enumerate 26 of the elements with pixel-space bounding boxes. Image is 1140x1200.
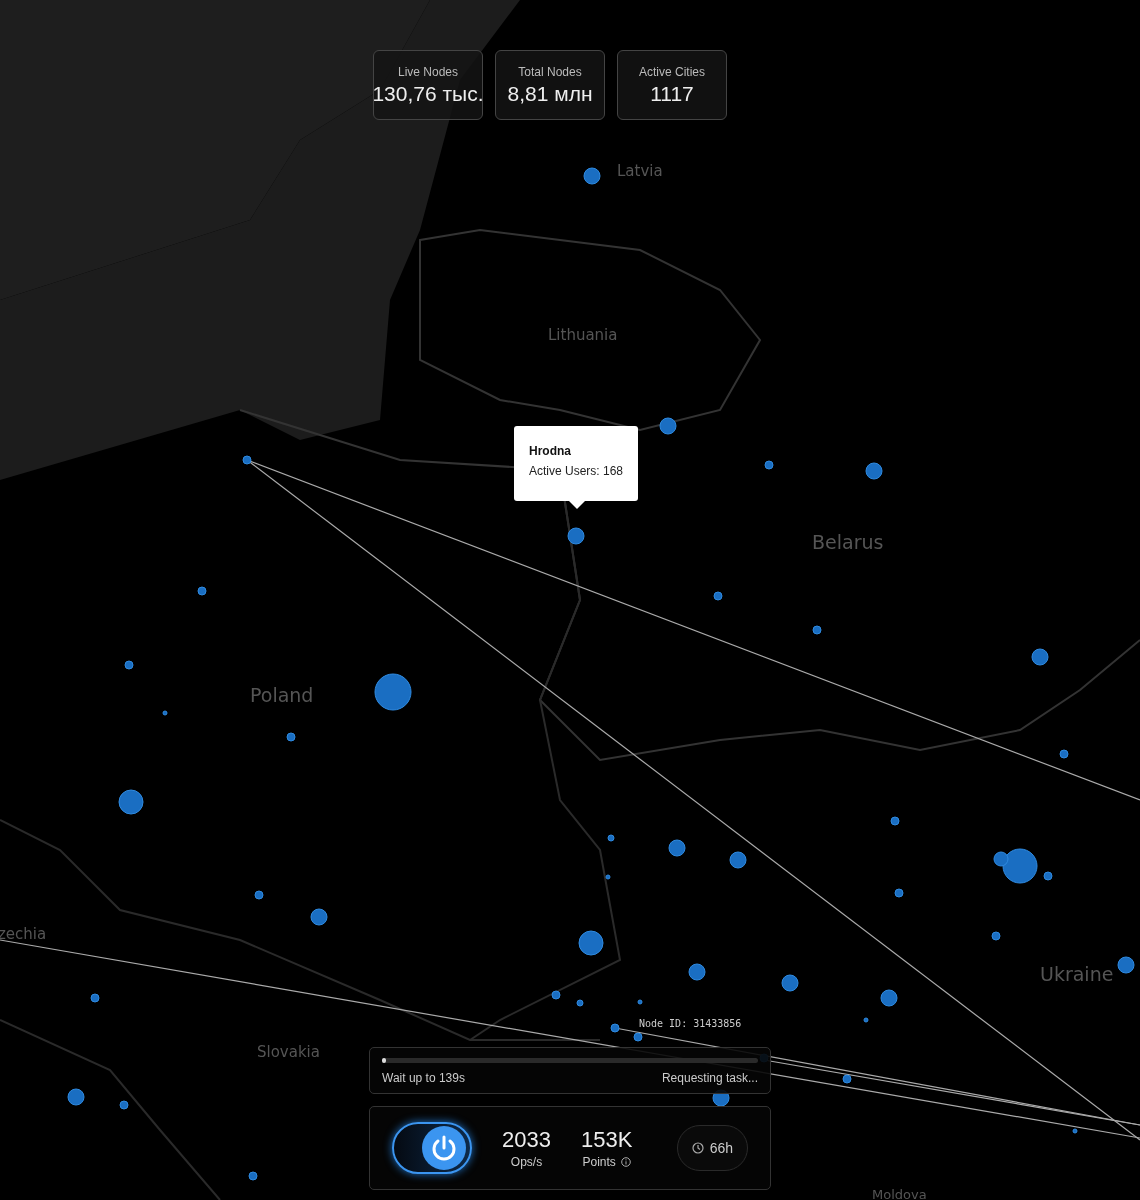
tooltip-text: Active Users: 168	[529, 464, 623, 478]
metric-value: 2033	[502, 1127, 551, 1153]
map-label: Latvia	[617, 162, 663, 180]
stat-value: 130,76 тыс.	[372, 81, 484, 106]
map-label: Moldova	[872, 1187, 927, 1200]
map-label: Lithuania	[548, 326, 618, 344]
metric-label: Ops/s	[510, 1155, 543, 1169]
map-label: Poland	[250, 684, 314, 706]
metric-value: 153K	[580, 1127, 633, 1153]
metric-label: Points	[582, 1155, 616, 1169]
map-label: Belarus	[812, 531, 884, 553]
power-toggle[interactable]	[392, 1122, 472, 1174]
stat-label: Live Nodes	[397, 64, 458, 79]
map-label: Ukraine	[1040, 963, 1114, 985]
clock-icon	[691, 1142, 704, 1154]
map-label: Slovakia	[257, 1043, 320, 1061]
power-icon	[422, 1126, 466, 1170]
stat-value: 8,81 млн	[507, 81, 593, 106]
status-text: Requesting task...	[661, 1071, 758, 1085]
stat-label: Total Nodes	[518, 64, 582, 79]
stat-value: 1117	[650, 81, 694, 106]
wait-text: Wait up to 139s	[382, 1071, 465, 1085]
stat-label: Active Cities	[639, 64, 705, 79]
node-id-label: Node ID: 31433856	[639, 1018, 742, 1029]
tooltip-title: Hrodna	[529, 444, 572, 458]
uptime-button[interactable]: 66h	[676, 1125, 748, 1171]
